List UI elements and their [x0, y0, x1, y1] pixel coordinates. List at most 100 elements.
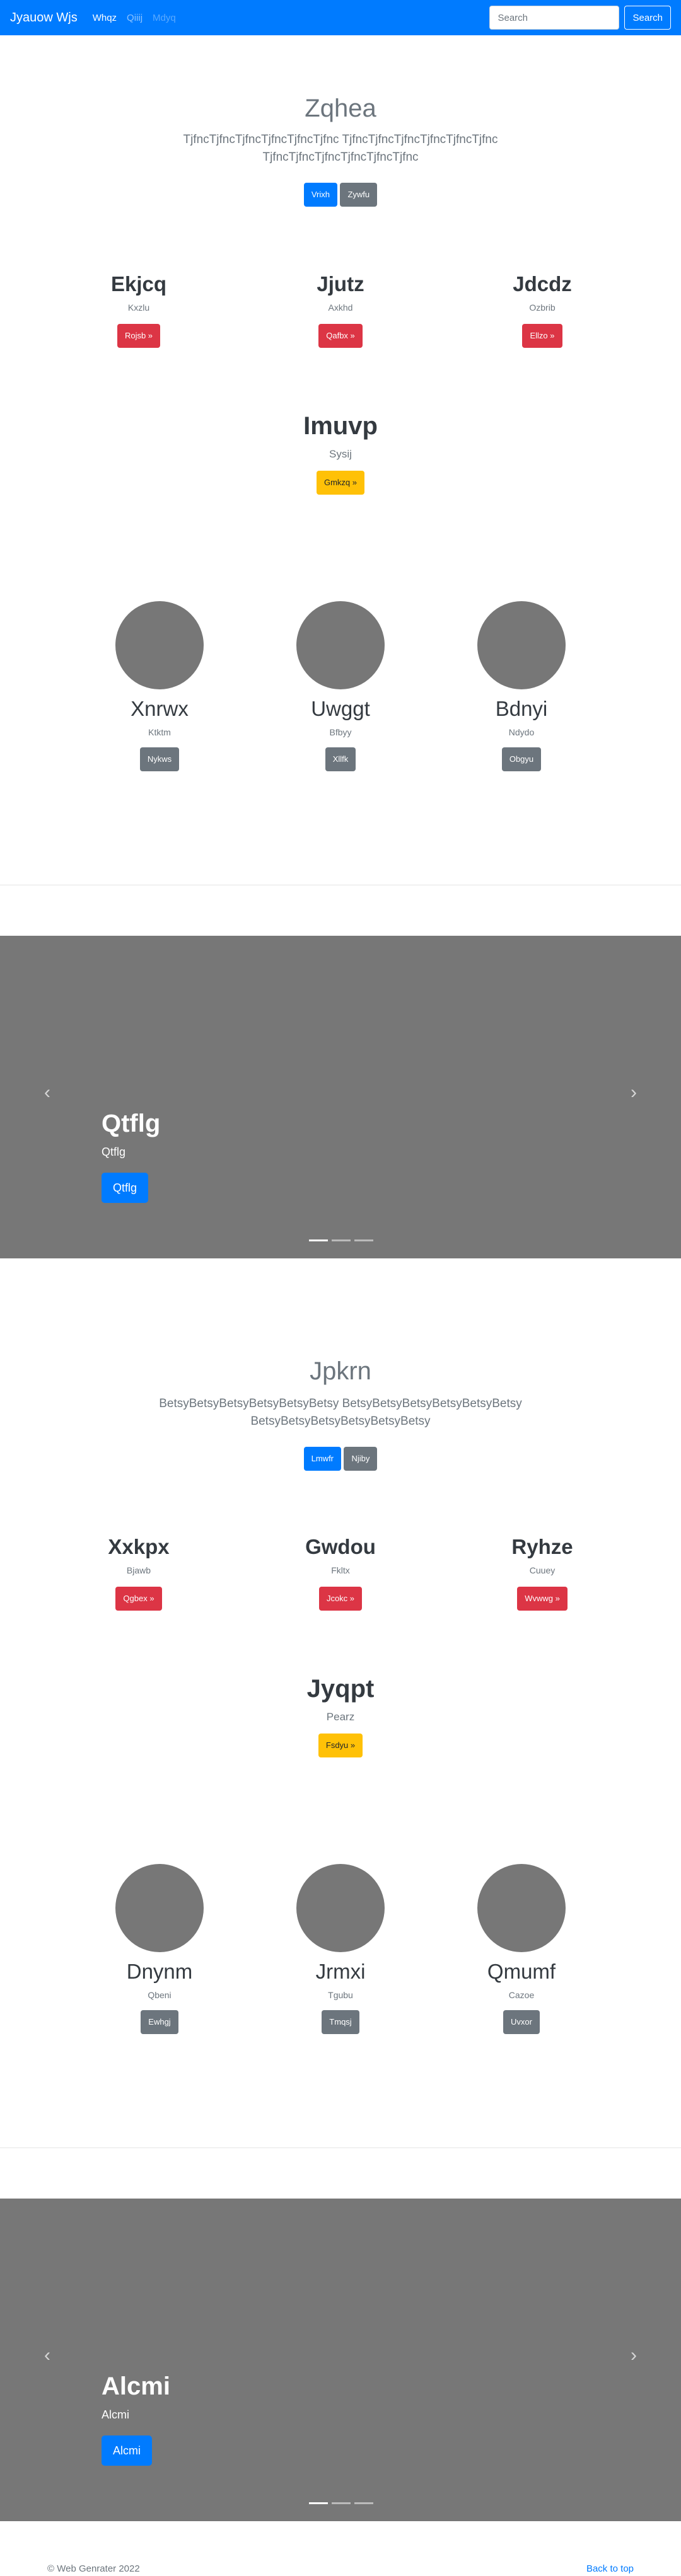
carousel-prev-icon[interactable]: ‹: [44, 1082, 50, 1103]
nav-link-1[interactable]: Whqz: [93, 13, 117, 23]
feature-title: Imuvp: [303, 412, 378, 440]
team-button[interactable]: Ewhgj: [141, 2010, 178, 2034]
team-name: Qmumf: [487, 1960, 556, 1983]
carousel-title: Qtflg: [102, 1110, 161, 1137]
carousel-2: ‹ › Alcmi Alcmi Alcmi: [0, 2199, 681, 2521]
carousel-subtitle: Qtflg: [102, 1146, 126, 1158]
search-input[interactable]: [489, 6, 620, 30]
column-button[interactable]: Qgbex »: [115, 1587, 162, 1611]
column-subtitle: Axkhd: [328, 302, 353, 313]
team-member-2: Uwggt Bfbyy Xllfk: [252, 601, 429, 771]
jumbotron-primary-button[interactable]: Lmwfr: [303, 1447, 342, 1471]
jumbotron-title: Zqhea: [305, 95, 376, 122]
team-name: Dnynm: [126, 1960, 193, 1983]
jumbotron-lead: TjfncTjfncTjfncTjfncTjfncTjfnc TjfncTjfn…: [183, 133, 498, 164]
column-button[interactable]: Jcokc »: [318, 1587, 363, 1611]
column-subtitle: Fkltx: [331, 1565, 350, 1575]
column-button[interactable]: Wvwwg »: [517, 1587, 568, 1611]
avatar: [115, 601, 204, 689]
column-subtitle: Bjawb: [126, 1565, 151, 1575]
carousel-1: ‹ › Qtflg Qtflg Qtflg: [0, 936, 681, 1258]
carousel-subtitle: Alcmi: [102, 2408, 129, 2421]
carousel-next-icon[interactable]: ›: [631, 2345, 637, 2366]
nav-search-form: Search: [489, 6, 671, 30]
feature-subtitle: Pearz: [326, 1711, 355, 1723]
jumbotron-secondary-button[interactable]: Njiby: [344, 1447, 378, 1471]
avatar: [115, 1864, 204, 1952]
jumbotron-primary-button[interactable]: Vrixh: [303, 183, 337, 207]
back-to-top-link[interactable]: Back to top: [586, 2563, 634, 2574]
carousel-indicator[interactable]: [332, 1239, 351, 1241]
nav-link-2[interactable]: Qiiij: [127, 13, 143, 23]
navbar: Jyauow Wjs Whqz Qiiij Mdyq Search: [0, 0, 681, 35]
avatar: [296, 1864, 385, 1952]
column-subtitle: Kxzlu: [127, 302, 150, 313]
jumbotron-lead: BetsyBetsyBetsyBetsyBetsyBetsy BetsyBets…: [159, 1397, 522, 1428]
carousel-title: Alcmi: [102, 2372, 170, 2400]
carousel-indicator[interactable]: [332, 2502, 351, 2504]
nav-link-3[interactable]: Mdyq: [153, 13, 176, 23]
carousel-indicator[interactable]: [354, 2502, 373, 2504]
feature-button[interactable]: Gmkzq »: [316, 471, 364, 495]
team-member-3: Bdnyi Ndydo Obgyu: [433, 601, 610, 771]
team-name: Bdnyi: [495, 697, 548, 720]
avatar: [477, 1864, 566, 1952]
team-button[interactable]: Tmqsj: [322, 2010, 359, 2034]
column-3: Jdcdz Ozbrib Ellzo »: [441, 272, 643, 348]
carousel-button[interactable]: Alcmi: [102, 2435, 152, 2466]
carousel-indicators: [309, 2502, 373, 2504]
column-subtitle: Cuuey: [529, 1565, 556, 1575]
carousel-button[interactable]: Qtflg: [102, 1173, 149, 1203]
column-title: Jjutz: [317, 272, 364, 296]
column-1: Ekjcq Kxzlu Rojsb »: [38, 272, 240, 348]
team-button[interactable]: Nykws: [139, 747, 180, 771]
carousel-caption: Alcmi Alcmi Alcmi: [102, 2372, 170, 2466]
jumbotron-2: Jpkrn: [0, 1357, 681, 1386]
carousel-indicator[interactable]: [309, 2502, 328, 2504]
team-subtitle: Qbeni: [148, 1990, 172, 2000]
team-subtitle: Tgubu: [328, 1990, 353, 2000]
column-title: Ryhze: [511, 1535, 573, 1558]
carousel-indicator[interactable]: [354, 1239, 373, 1241]
team-subtitle: Ndydo: [508, 727, 535, 737]
avatar: [477, 601, 566, 689]
avatar: [296, 601, 385, 689]
team-member-2: Jrmxi Tgubu Tmqsj: [252, 1864, 429, 2034]
jumbotron-lead-wrap: BetsyBetsyBetsyBetsyBetsyBetsy BetsyBets…: [158, 1395, 523, 1430]
jumbotron-buttons: Vrixh Zywfu: [0, 183, 681, 207]
team-button[interactable]: Uvxor: [503, 2010, 540, 2034]
jumbotron-title: Jpkrn: [310, 1357, 371, 1385]
carousel-prev-icon[interactable]: ‹: [44, 2345, 50, 2366]
team-member-1: Dnynm Qbeni Ewhgj: [71, 1864, 248, 2034]
column-2: Gwdou Fkltx Jcokc »: [240, 1535, 441, 1611]
carousel-indicator[interactable]: [309, 1239, 328, 1241]
team-button[interactable]: Xllfk: [325, 747, 356, 771]
column-1: Xxkpx Bjawb Qgbex »: [38, 1535, 240, 1611]
column-title: Gwdou: [305, 1535, 376, 1558]
jumbotron-buttons: Lmwfr Njiby: [0, 1447, 681, 1471]
column-button[interactable]: Ellzo »: [522, 324, 562, 348]
column-button[interactable]: Qafbx »: [318, 324, 363, 348]
carousel-indicators: [309, 1239, 373, 1241]
column-subtitle: Ozbrib: [529, 302, 556, 313]
team-name: Jrmxi: [315, 1960, 366, 1983]
team-subtitle: Bfbyy: [329, 727, 352, 737]
column-title: Ekjcq: [110, 272, 167, 296]
brand-logo[interactable]: Jyauow Wjs: [10, 11, 78, 25]
carousel-next-icon[interactable]: ›: [631, 1082, 637, 1103]
carousel-caption: Qtflg Qtflg Qtflg: [102, 1110, 160, 1203]
search-button[interactable]: Search: [624, 6, 671, 30]
feature-2: Jyqpt Pearz Fsdyu »: [0, 1675, 681, 1757]
jumbotron-1: Zqhea: [0, 95, 681, 123]
column-button[interactable]: Rojsb »: [117, 324, 161, 348]
team-button[interactable]: Obgyu: [501, 747, 542, 771]
feature-1: Imuvp Sysij Gmkzq »: [0, 412, 681, 495]
feature-title: Jyqpt: [306, 1675, 375, 1703]
feature-button[interactable]: Fsdyu »: [318, 1734, 363, 1757]
column-3: Ryhze Cuuey Wvwwg »: [441, 1535, 643, 1611]
footer-copyright: © Web Genrater 2022: [47, 2563, 140, 2574]
feature-subtitle: Sysij: [329, 448, 352, 460]
team-name: Uwggt: [311, 697, 370, 720]
jumbotron-secondary-button[interactable]: Zywfu: [340, 183, 378, 207]
team-member-1: Xnrwx Ktktm Nykws: [71, 601, 248, 771]
